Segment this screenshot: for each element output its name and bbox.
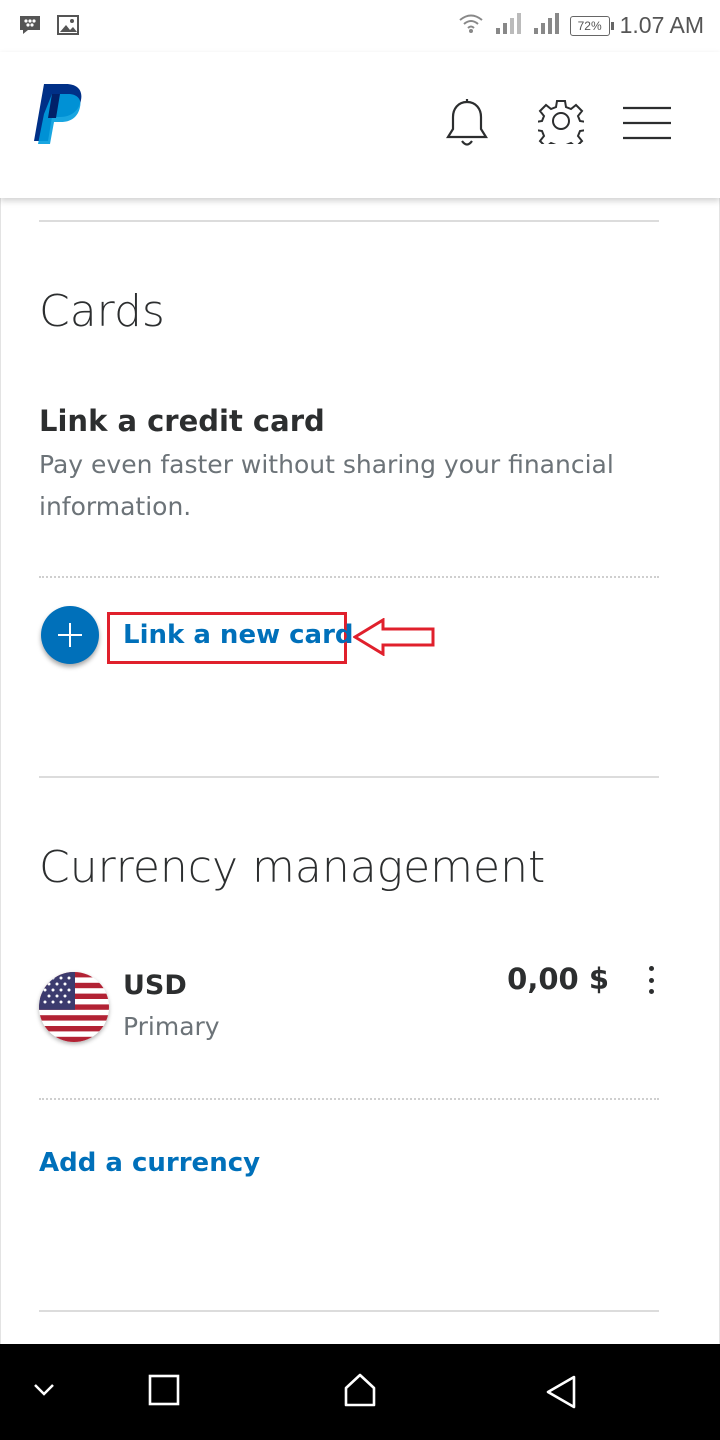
back-icon[interactable] xyxy=(544,1374,578,1415)
battery-icon: 72% xyxy=(569,15,614,36)
wallet-content: Cards Link a credit card Pay even faster… xyxy=(0,198,720,1344)
link-credit-card-description: Pay even faster without sharing your fin… xyxy=(39,450,614,521)
divider xyxy=(39,1098,659,1100)
paypal-logo[interactable] xyxy=(30,82,86,153)
currency-balance: 0,00 $ xyxy=(507,962,609,996)
app-header xyxy=(0,52,720,198)
menu-icon[interactable] xyxy=(622,106,672,145)
status-bar: 72% 1.07 AM xyxy=(0,0,720,52)
currency-code: USD xyxy=(123,970,187,1001)
currency-primary-label: Primary xyxy=(123,1012,220,1041)
chevron-down-icon[interactable] xyxy=(32,1382,56,1403)
currency-management-title: Currency management xyxy=(39,842,546,893)
recents-icon[interactable] xyxy=(148,1374,180,1411)
signal-icon xyxy=(532,12,560,39)
home-icon[interactable] xyxy=(342,1372,378,1413)
bell-icon[interactable] xyxy=(444,98,490,155)
divider xyxy=(39,220,659,222)
battery-level: 72% xyxy=(577,18,602,33)
cards-title: Cards xyxy=(39,286,165,337)
wifi-icon xyxy=(458,12,484,39)
add-currency-link[interactable]: Add a currency xyxy=(39,1148,260,1178)
us-flag-icon xyxy=(39,972,109,1042)
plus-icon xyxy=(58,623,82,647)
arrow-left-icon xyxy=(352,617,435,661)
gear-icon[interactable] xyxy=(535,98,587,152)
divider xyxy=(39,776,659,778)
bbm-icon xyxy=(18,14,42,41)
link-credit-card-title: Link a credit card xyxy=(39,404,325,438)
divider xyxy=(39,576,659,578)
link-new-card-link[interactable]: Link a new card xyxy=(123,620,354,650)
status-time: 1.07 AM xyxy=(619,12,704,38)
system-nav-bar xyxy=(0,1344,720,1440)
signal-icon xyxy=(494,12,522,39)
more-options-icon[interactable] xyxy=(645,966,657,994)
gallery-icon xyxy=(56,14,80,41)
divider xyxy=(39,1310,659,1312)
add-card-button[interactable] xyxy=(41,606,99,664)
